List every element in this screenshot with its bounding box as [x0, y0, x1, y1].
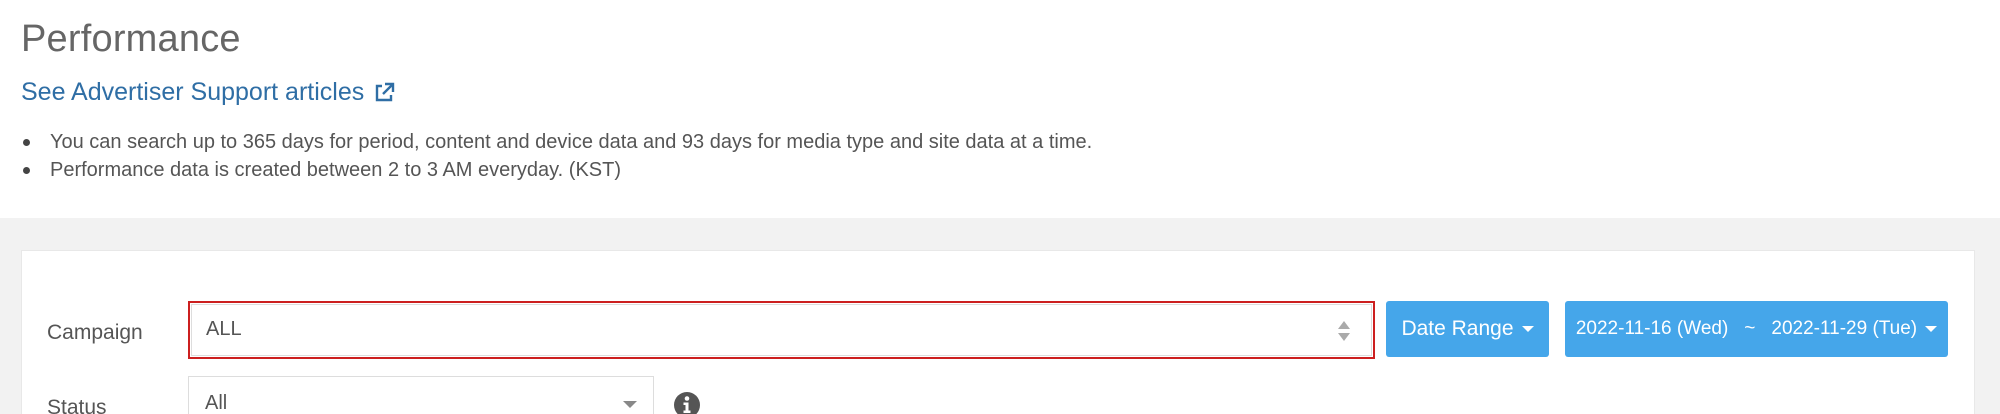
- external-link-icon: [376, 82, 395, 101]
- date-start: 2022-11-16 (Wed): [1575, 318, 1729, 339]
- advertiser-support-link[interactable]: See Advertiser Support articles: [21, 78, 396, 107]
- chevron-down-icon: [1521, 326, 1534, 332]
- campaign-select[interactable]: ALL: [188, 301, 1375, 359]
- info-icon[interactable]: [673, 391, 701, 414]
- status-label: Status: [47, 396, 107, 414]
- chevron-down-icon: [623, 401, 637, 408]
- date-picker-button[interactable]: 2022-11-16 (Wed) ~ 2022-11-29 (Tue): [1565, 301, 1948, 357]
- advertiser-support-link-label: See Advertiser Support articles: [21, 78, 365, 106]
- note-item: Performance data is created between 2 to…: [21, 156, 1092, 184]
- status-select-value: All: [205, 392, 228, 414]
- status-select[interactable]: All: [188, 376, 654, 414]
- date-separator: ~: [1744, 318, 1756, 339]
- note-item: You can search up to 365 days for period…: [21, 128, 1092, 156]
- sort-icon: [1338, 321, 1350, 341]
- filter-panel: Campaign ALL Date Range 2022-11-16 (Wed)…: [21, 250, 1975, 414]
- notes-list: You can search up to 365 days for period…: [21, 128, 1092, 184]
- date-range-button[interactable]: Date Range: [1386, 301, 1549, 357]
- campaign-select-value: ALL: [206, 318, 242, 340]
- page-header: Performance See Advertiser Support artic…: [0, 0, 2000, 218]
- campaign-select-inner: [191, 304, 1372, 356]
- performance-page: Performance See Advertiser Support artic…: [0, 0, 2000, 414]
- filter-area: Campaign ALL Date Range 2022-11-16 (Wed)…: [0, 218, 2000, 414]
- page-title: Performance: [21, 18, 241, 60]
- chevron-down-icon: [1925, 326, 1938, 332]
- date-end: 2022-11-29 (Tue): [1771, 318, 1918, 339]
- campaign-label: Campaign: [47, 321, 143, 344]
- date-range-button-label: Date Range: [1401, 317, 1514, 340]
